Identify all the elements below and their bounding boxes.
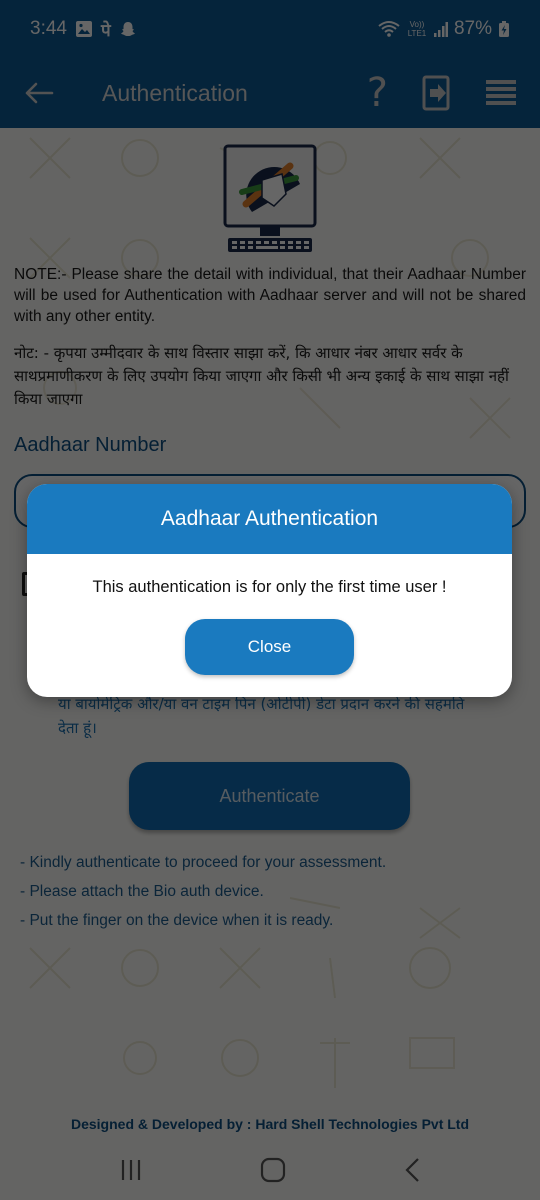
dialog-title: Aadhaar Authentication (27, 484, 512, 554)
close-button[interactable]: Close (185, 619, 354, 675)
dialog-message: This authentication is for only the firs… (92, 578, 447, 596)
aadhaar-auth-dialog: Aadhaar Authentication This authenticati… (27, 484, 512, 697)
